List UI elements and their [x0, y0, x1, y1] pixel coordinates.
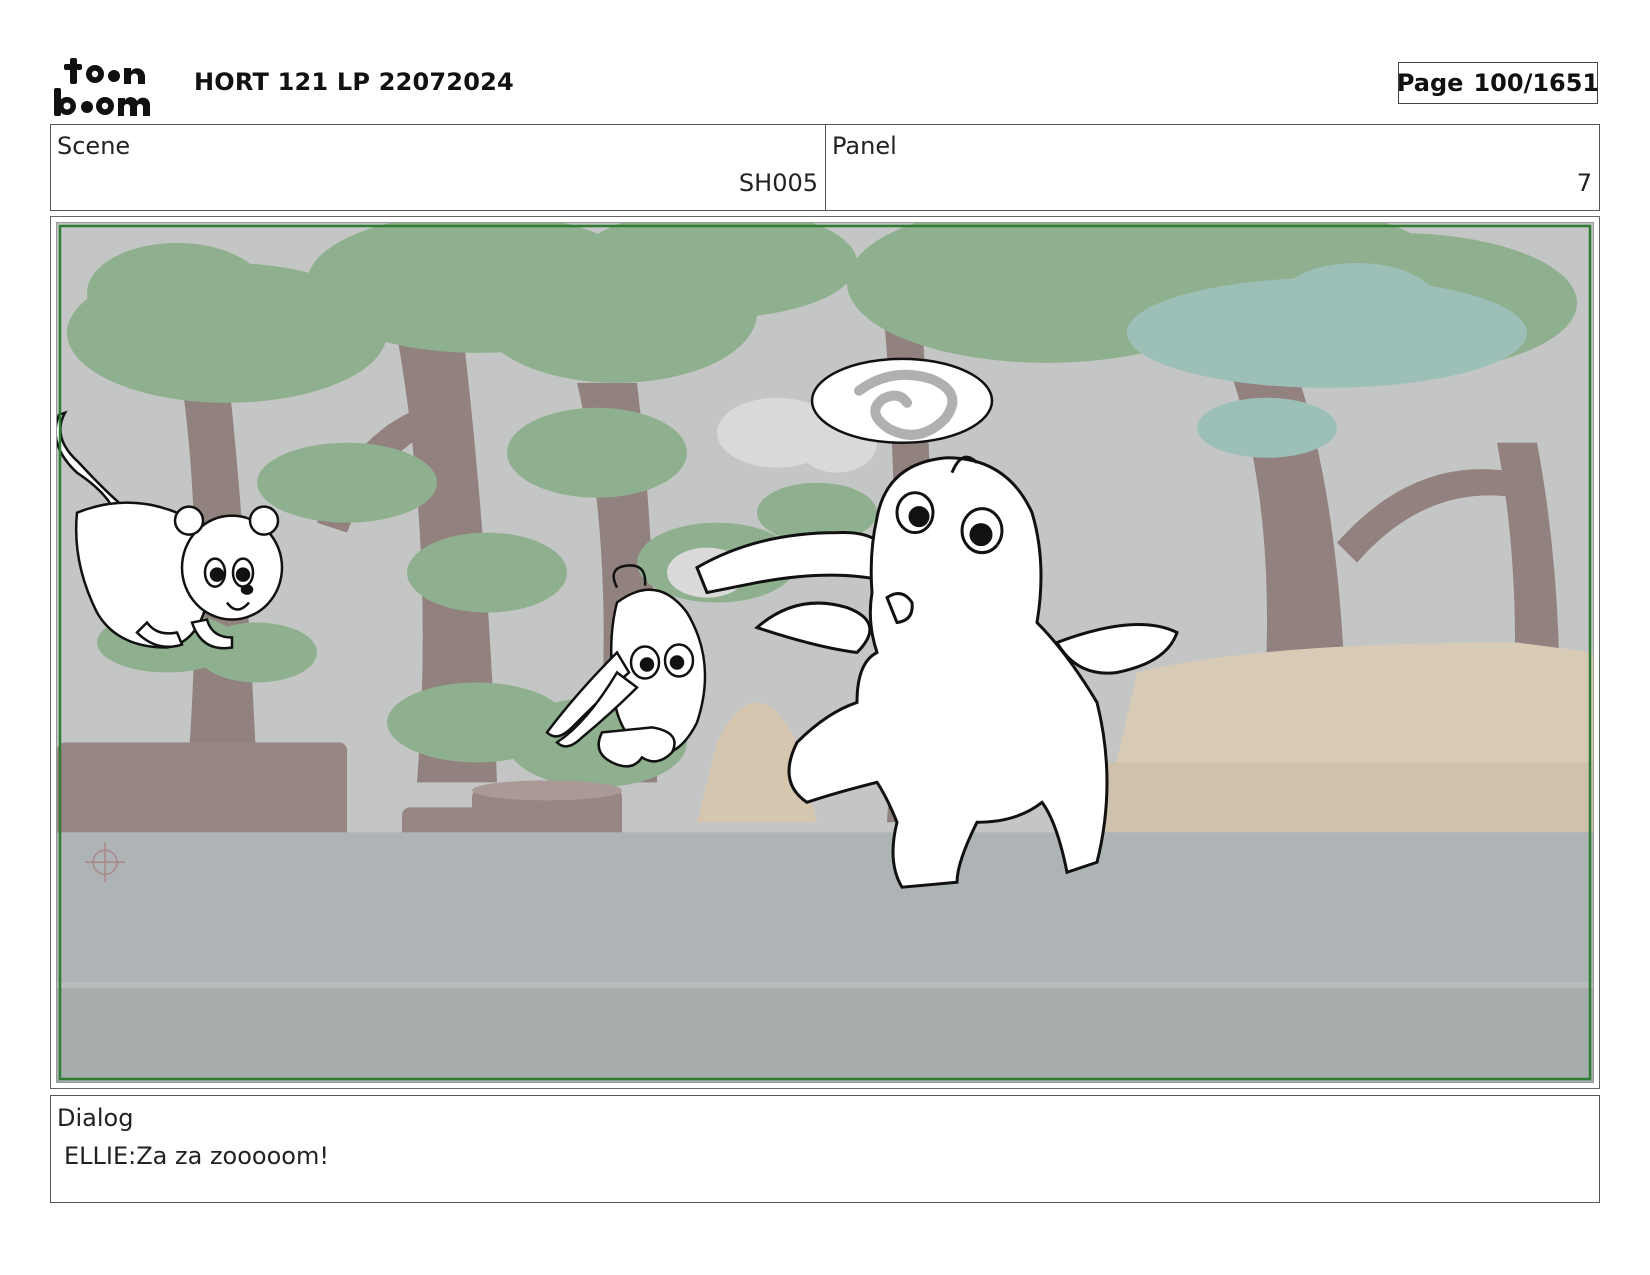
panel-value: 7	[1576, 169, 1592, 197]
page-indicator: Page 100/1651	[1396, 62, 1600, 104]
dialog-text: ELLIE:Za za zooooom!	[64, 1142, 329, 1170]
panel-label: Panel	[832, 132, 897, 160]
dialog-box: Dialog ELLIE:Za za zooooom!	[50, 1095, 1600, 1203]
panel-image	[56, 222, 1594, 1083]
panel-artwork	[57, 223, 1593, 1082]
dialog-label: Dialog	[57, 1104, 134, 1132]
rock-ledge	[1097, 642, 1593, 843]
page-label: Page	[1396, 69, 1464, 97]
scene-cell: Scene SH005	[51, 125, 826, 210]
toon-boom-logo	[54, 54, 172, 116]
storyboard-frame	[50, 216, 1600, 1089]
scene-panel-row: Scene SH005 Panel 7	[50, 124, 1600, 211]
swirl-bubble	[810, 357, 994, 444]
panel-cell: Panel 7	[826, 125, 1599, 210]
scene-value: SH005	[738, 169, 818, 197]
document-title: HORT 121 LP 22072024	[194, 68, 514, 96]
scene-label: Scene	[57, 132, 131, 160]
page-number: 100/1651	[1473, 69, 1600, 97]
